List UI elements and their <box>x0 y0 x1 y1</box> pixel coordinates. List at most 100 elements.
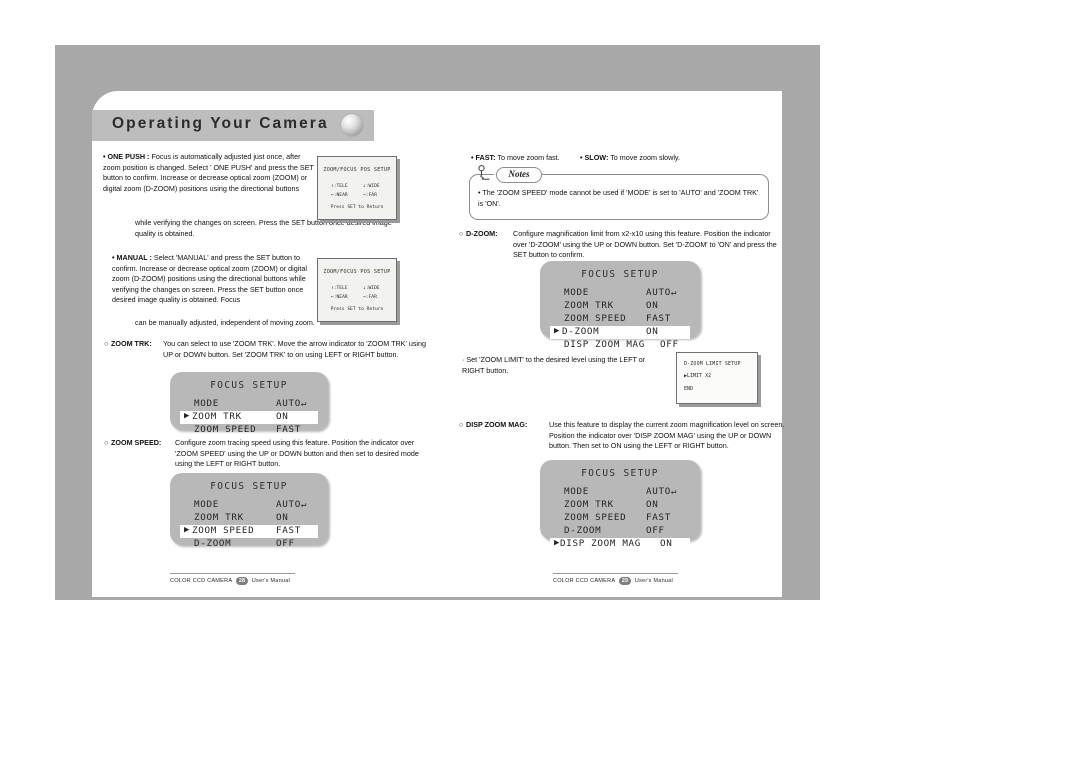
menu-row-zoom-trk[interactable]: ZOOM TRK ON <box>550 300 690 313</box>
menu-row-zoom-speed[interactable]: ▶ ZOOM SPEED FAST <box>180 525 318 538</box>
menu-row-zoom-trk[interactable]: ZOOM TRK ON <box>180 512 318 525</box>
focus-setup-menu-disp-zoom-mag[interactable]: FOCUS SETUP MODE AUTO↵ ZOOM TRK ON ZOOM … <box>540 460 700 551</box>
footer-left: COLOR CCD CAMERA 28 User's Manual <box>170 577 290 585</box>
menu-title: FOCUS SETUP <box>581 269 659 280</box>
footer-brand: COLOR CCD CAMERA <box>170 578 233 584</box>
osd-tele: ↑:TELE <box>331 286 348 291</box>
menu-row-label: ZOOM SPEED <box>564 512 627 523</box>
one-push-body-tail: while verifying the changes on screen. P… <box>135 218 392 238</box>
zoom-trk-lead: ZOOM TRK: <box>111 339 152 348</box>
menu-row-value: FAST <box>646 512 671 523</box>
notes-caption: Notes <box>496 167 542 183</box>
limit-setup-row[interactable]: ▶LIMIT X2 <box>684 373 711 379</box>
sphere-bullet-icon <box>341 114 363 136</box>
menu-row-label: ZOOM TRK <box>564 300 614 311</box>
osd-title: ZOOM/FOCUS POS SETUP <box>323 167 391 173</box>
menu-row-label: DISP ZOOM MAG <box>564 339 646 350</box>
selection-arrow-icon: ▶ <box>554 325 561 336</box>
footer-manual-label: User's Manual <box>251 578 290 584</box>
push-pin-icon <box>478 165 490 180</box>
menu-row-d-zoom[interactable]: D-ZOOM OFF <box>180 538 318 551</box>
menu-title: FOCUS SETUP <box>581 468 659 479</box>
zoom-speed-body: Configure zoom tracing speed using this … <box>175 438 419 469</box>
menu-row-value: ON <box>646 326 659 337</box>
menu-row-value: FAST <box>646 313 671 324</box>
menu-row-disp-zoom-mag[interactable]: ▶ DISP ZOOM MAG ON <box>550 538 690 551</box>
notes-caption-label: Notes <box>508 169 530 179</box>
menu-row-label: MODE <box>194 398 219 409</box>
slow-definition: • SLOW: To move zoom slowly. <box>580 153 730 164</box>
d-zoom-body: Configure magnification limit from x2-x1… <box>513 229 777 260</box>
osd-far: →:FAR <box>363 295 377 300</box>
menu-row-label: ZOOM SPEED <box>192 525 255 536</box>
menu-row-label: ZOOM SPEED <box>194 424 257 435</box>
manual-paragraph: • MANUAL : Select 'MANUAL' and press the… <box>112 253 317 306</box>
menu-row-value: ON <box>276 512 289 523</box>
manual-body-tail: can be manually adjusted, independent of… <box>135 318 315 327</box>
zoom-trk-body: You can select to use 'ZOOM TRK'. Move t… <box>163 339 427 359</box>
osd-far: →:FAR <box>363 193 377 198</box>
menu-row-mode[interactable]: MODE AUTO↵ <box>180 499 318 512</box>
menu-row-value: OFF <box>276 538 295 549</box>
footer-right: COLOR CCD CAMERA 29 User's Manual <box>553 577 673 585</box>
menu-row-label: ZOOM TRK <box>192 411 242 422</box>
osd-footer: Press SET to Return <box>330 307 384 312</box>
osd-title: ZOOM/FOCUS POS SETUP <box>323 269 391 275</box>
page-title: Operating Your Camera <box>112 115 329 132</box>
disp-zoom-mag-lead: DISP ZOOM MAG: <box>466 420 528 429</box>
menu-title: FOCUS SETUP <box>210 481 288 492</box>
menu-row-value: OFF <box>660 339 679 350</box>
menu-row-label: D-ZOOM <box>194 538 232 549</box>
menu-row-label: MODE <box>564 287 589 298</box>
d-zoom-lead: D-ZOOM: <box>466 229 498 238</box>
menu-row-mode[interactable]: MODE AUTO↵ <box>550 486 690 499</box>
fast-definition: • FAST: To move zoom fast. <box>471 153 581 164</box>
menu-row-value: AUTO↵ <box>276 398 308 409</box>
focus-setup-menu-d-zoom[interactable]: FOCUS SETUP MODE AUTO↵ ZOOM TRK ON ZOOM … <box>540 261 700 350</box>
menu-row-label: ZOOM TRK <box>564 499 614 510</box>
osd-wide: ↓:WIDE <box>363 286 380 291</box>
slow-lead: • SLOW: <box>580 153 609 162</box>
menu-row-value: ON <box>660 538 673 549</box>
menu-row-zoom-speed[interactable]: ZOOM SPEED FAST <box>550 512 690 525</box>
menu-row-value: FAST <box>276 424 301 435</box>
osd-d-zoom-limit-setup: D-ZOOM LIMIT SETUP ▶LIMIT X2 END <box>676 352 758 404</box>
menu-row-zoom-speed[interactable]: ZOOM SPEED FAST <box>180 424 318 437</box>
menu-row-d-zoom[interactable]: ▶ D-ZOOM ON <box>550 326 690 339</box>
menu-row-mode[interactable]: MODE AUTO↵ <box>180 398 318 411</box>
osd-wide: ↓:WIDE <box>363 184 380 189</box>
menu-row-label: MODE <box>194 499 219 510</box>
menu-row-value: ON <box>646 300 659 311</box>
menu-row-value: AUTO↵ <box>646 287 678 298</box>
focus-setup-menu-zoom-speed[interactable]: FOCUS SETUP MODE AUTO↵ ZOOM TRK ON ▶ ZOO… <box>170 473 328 549</box>
menu-row-value: FAST <box>276 525 301 536</box>
zoom-speed-lead: ZOOM SPEED: <box>111 438 162 447</box>
manual-page: Operating Your Camera • ONE PUSH : Focus… <box>0 0 1080 763</box>
menu-row-disp-zoom-mag[interactable]: DISP ZOOM MAG OFF <box>550 339 690 352</box>
footer-manual-label: User's Manual <box>634 578 673 584</box>
footer-page-number: 28 <box>236 577 249 585</box>
one-push-paragraph: • ONE PUSH : Focus is automatically adju… <box>103 152 318 194</box>
osd-tele: ↑:TELE <box>331 184 348 189</box>
menu-row-mode[interactable]: MODE AUTO↵ <box>550 287 690 300</box>
menu-row-label: ZOOM SPEED <box>564 313 627 324</box>
menu-row-d-zoom[interactable]: D-ZOOM OFF <box>550 525 690 538</box>
selection-arrow-icon: ▶ <box>184 524 191 535</box>
selection-arrow-icon: ▶ <box>184 410 191 421</box>
osd-footer: Press SET to Return <box>330 205 384 210</box>
limit-setup-end[interactable]: END <box>684 386 693 392</box>
menu-row-label: D-ZOOM <box>564 525 602 536</box>
menu-row-value: ON <box>276 411 289 422</box>
focus-setup-menu-zoom-trk[interactable]: FOCUS SETUP MODE AUTO↵ ▶ ZOOM TRK ON ZOO… <box>170 372 328 435</box>
menu-row-zoom-speed[interactable]: ZOOM SPEED FAST <box>550 313 690 326</box>
notes-text: • The 'ZOOM SPEED' mode cannot be used i… <box>478 188 759 208</box>
menu-row-value: OFF <box>646 525 665 536</box>
menu-row-label: MODE <box>564 486 589 497</box>
menu-row-zoom-trk[interactable]: ▶ ZOOM TRK ON <box>180 411 318 424</box>
osd-near: ←:NEAR <box>331 193 348 198</box>
menu-row-value: AUTO↵ <box>276 499 308 510</box>
disp-zoom-mag-body: Use this feature to display the current … <box>549 420 785 451</box>
menu-row-zoom-trk[interactable]: ZOOM TRK ON <box>550 499 690 512</box>
osd-zoom-focus-pos-setup-1: ZOOM/FOCUS POS SETUP ↑:TELE ↓:WIDE ←:NEA… <box>317 156 397 220</box>
menu-row-label: D-ZOOM <box>562 326 600 337</box>
